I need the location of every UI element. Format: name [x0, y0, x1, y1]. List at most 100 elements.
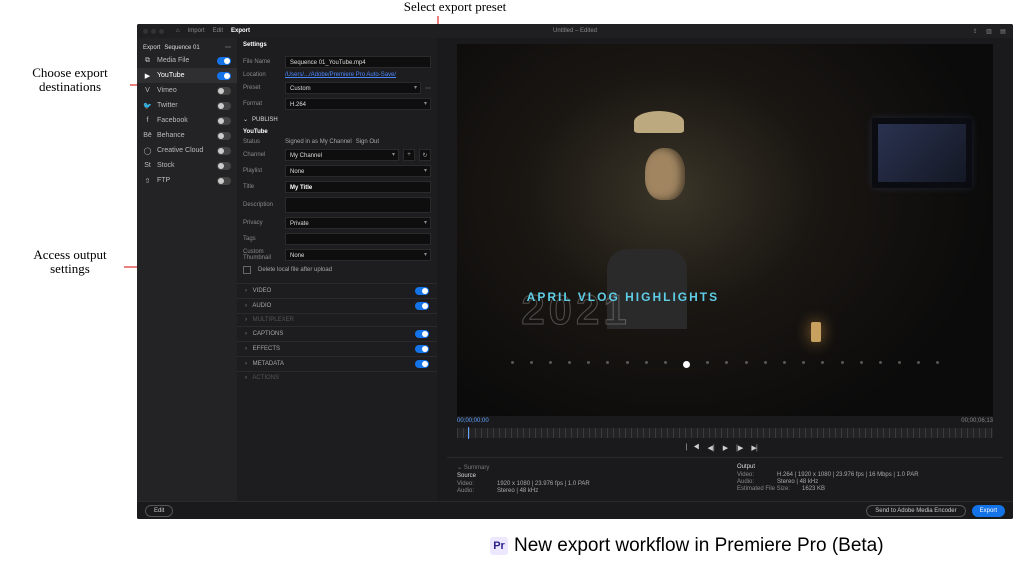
destination-icon: St: [143, 161, 152, 170]
title-label: Title: [243, 184, 281, 190]
src-audio-value: Stereo | 48 kHz: [497, 488, 538, 494]
go-end-icon[interactable]: ▶⎸: [751, 444, 763, 453]
out-video-value: H.264 | 1920 x 1080 | 23.976 fps | 16 Mb…: [777, 472, 919, 478]
section-label: EFFECTS: [253, 346, 280, 352]
window-controls[interactable]: [143, 29, 164, 34]
destination-behance[interactable]: Bē Behance: [137, 128, 237, 143]
destination-vimeo[interactable]: V Vimeo: [137, 83, 237, 98]
preview-overlay-text: APRIL VLOG HIGHLIGHTS: [527, 290, 719, 304]
format-dropdown[interactable]: H.264: [285, 98, 431, 110]
export-button[interactable]: Export: [972, 505, 1005, 517]
destination-toggle[interactable]: [217, 177, 231, 185]
destinations-sidebar: Export Sequence 01 ⋯ ⧉ Media File ▶ YouT…: [137, 38, 237, 501]
go-start-icon[interactable]: ⎸◀: [686, 444, 699, 453]
src-audio-key: Audio:: [457, 488, 485, 494]
section-toggle[interactable]: [415, 302, 429, 310]
format-label: Format: [243, 101, 281, 107]
chevron-down-icon[interactable]: ⌄: [243, 116, 248, 123]
preview-monitor-shape: [872, 118, 972, 188]
section-label: MULTIPLEXER: [253, 317, 294, 323]
section-actions[interactable]: › ACTIONS: [237, 371, 437, 384]
destination-toggle[interactable]: [217, 147, 231, 155]
signout-link[interactable]: Sign Out: [356, 139, 379, 145]
panel-icon[interactable]: ▤: [999, 27, 1007, 35]
destination-icon: 🐦: [143, 101, 152, 110]
video-preview: 2021 APRIL VLOG HIGHLIGHTS: [457, 44, 993, 416]
destination-label: Vimeo: [157, 87, 212, 94]
more-icon[interactable]: ⋯: [225, 44, 231, 51]
destination-toggle[interactable]: [217, 57, 231, 65]
destination-label: Media File: [157, 57, 212, 64]
destination-label: Creative Cloud: [157, 147, 212, 154]
timecode-duration: 00;00;06;13: [961, 418, 993, 424]
section-metadata[interactable]: › METADATA: [237, 356, 437, 371]
section-audio[interactable]: › AUDIO: [237, 298, 437, 313]
preview-area: 2021 APRIL VLOG HIGHLIGHTS 00;00;00;00 0…: [437, 38, 1013, 501]
privacy-dropdown[interactable]: Private: [285, 217, 431, 229]
channel-add-button[interactable]: +: [403, 149, 415, 161]
home-icon[interactable]: ⌂: [176, 28, 180, 34]
destination-icon: V: [143, 86, 152, 95]
destination-toggle[interactable]: [217, 72, 231, 80]
section-captions[interactable]: › CAPTIONS: [237, 326, 437, 341]
destination-toggle[interactable]: [217, 102, 231, 110]
destination-label: FTP: [157, 177, 212, 184]
destination-facebook[interactable]: f Facebook: [137, 113, 237, 128]
preview-figure-cap: [634, 111, 684, 133]
destination-media-file[interactable]: ⧉ Media File: [137, 53, 237, 68]
share-icon[interactable]: ⇪: [971, 27, 979, 35]
source-header: Source: [457, 473, 677, 479]
channel-refresh-button[interactable]: ↻: [419, 149, 431, 161]
sidebar-sequence-name: Sequence 01: [164, 45, 199, 51]
send-to-encoder-button[interactable]: Send to Adobe Media Encoder: [866, 505, 965, 517]
settings-panel: Settings File Name Sequence 01_YouTube.m…: [237, 38, 437, 501]
tab-import[interactable]: Import: [188, 28, 205, 34]
step-fwd-icon[interactable]: |▶: [736, 444, 743, 453]
section-toggle[interactable]: [415, 330, 429, 338]
destination-toggle[interactable]: [217, 132, 231, 140]
description-label: Description: [243, 202, 281, 208]
section-toggle[interactable]: [415, 360, 429, 368]
preset-more-icon[interactable]: ⋯: [425, 85, 431, 92]
destination-toggle[interactable]: [217, 117, 231, 125]
section-video[interactable]: › VIDEO: [237, 283, 437, 298]
tab-export[interactable]: Export: [231, 28, 250, 34]
thumbnail-dropdown[interactable]: None: [285, 249, 431, 261]
timeline-scrubber[interactable]: [457, 428, 993, 438]
playhead[interactable]: [468, 427, 469, 439]
preset-label: Preset: [243, 85, 281, 91]
destination-icon: ▶: [143, 71, 152, 80]
tab-edit[interactable]: Edit: [213, 28, 223, 34]
thumbnail-label: Custom Thumbnail: [243, 249, 281, 261]
workspace-icon[interactable]: ▥: [985, 27, 993, 35]
location-link[interactable]: /Users/.../Adobe/Premiere Pro Auto-Save/: [285, 72, 396, 78]
destination-icon: Bē: [143, 131, 152, 140]
section-toggle[interactable]: [415, 345, 429, 353]
destination-stock[interactable]: St Stock: [137, 158, 237, 173]
preset-dropdown[interactable]: Custom: [285, 82, 421, 94]
filename-label: File Name: [243, 59, 281, 65]
section-toggle[interactable]: [415, 287, 429, 295]
filename-input[interactable]: Sequence 01_YouTube.mp4: [285, 56, 431, 68]
title-input[interactable]: My Title: [285, 181, 431, 193]
destination-toggle[interactable]: [217, 162, 231, 170]
play-icon[interactable]: ▶: [723, 444, 728, 453]
section-effects[interactable]: › EFFECTS: [237, 341, 437, 356]
destination-youtube[interactable]: ▶ YouTube: [137, 68, 237, 83]
channel-dropdown[interactable]: My Channel: [285, 149, 399, 161]
tags-input[interactable]: [285, 233, 431, 245]
edit-button[interactable]: Edit: [145, 505, 173, 517]
step-back-icon[interactable]: ◀|: [708, 444, 715, 453]
destination-ftp[interactable]: ⇧ FTP: [137, 173, 237, 188]
callout-preset: Select export preset: [380, 0, 530, 14]
destination-toggle[interactable]: [217, 87, 231, 95]
section-multiplexer[interactable]: › MULTIPLEXER: [237, 313, 437, 326]
playlist-dropdown[interactable]: None: [285, 165, 431, 177]
project-title: Untitled – Edited: [553, 28, 597, 34]
destination-label: Behance: [157, 132, 212, 139]
destination-creative-cloud[interactable]: ◯ Creative Cloud: [137, 143, 237, 158]
delete-local-checkbox[interactable]: [243, 266, 251, 274]
destination-twitter[interactable]: 🐦 Twitter: [137, 98, 237, 113]
description-input[interactable]: [285, 197, 431, 213]
destination-label: Twitter: [157, 102, 212, 109]
